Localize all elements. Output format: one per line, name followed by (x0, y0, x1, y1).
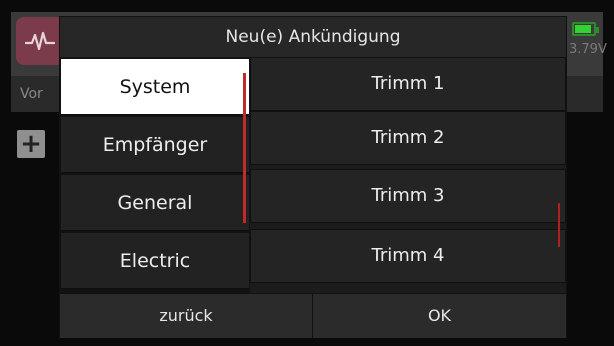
item-list-scrollbar[interactable] (558, 203, 560, 247)
list-item-trimm-1[interactable]: Trimm 1 (250, 57, 566, 111)
app-icon (16, 17, 64, 65)
plus-icon: + (17, 130, 45, 158)
battery-icon (572, 22, 599, 36)
list-item-trimm-3[interactable]: Trimm 3 (250, 169, 566, 223)
pulse-icon (25, 31, 55, 51)
battery-voltage: 3.79V (569, 42, 607, 57)
category-empfaenger[interactable]: Empfänger (61, 117, 249, 173)
background-back-label: Vor (20, 86, 43, 102)
dialog-footer: zurück OK (60, 293, 566, 338)
ok-button[interactable]: OK (313, 294, 566, 338)
list-item-trimm-4[interactable]: Trimm 4 (250, 229, 566, 283)
announcement-dialog: Neu(e) Ankündigung Trimm 1 Trimm 2 Trimm… (59, 16, 567, 338)
category-electric[interactable]: Electric (61, 233, 249, 289)
dialog-title: Neu(e) Ankündigung (60, 17, 566, 57)
category-general[interactable]: General (61, 175, 249, 231)
category-dropdown: System Empfänger General Electric (60, 57, 250, 293)
list-item-trimm-2[interactable]: Trimm 2 (250, 111, 566, 165)
screen: 3.79V Vor + Neu(e) Ankündigung Trimm 1 T… (0, 0, 614, 346)
category-system[interactable]: System (61, 59, 249, 115)
back-button[interactable]: zurück (60, 294, 313, 338)
category-scrollbar[interactable] (243, 73, 246, 223)
